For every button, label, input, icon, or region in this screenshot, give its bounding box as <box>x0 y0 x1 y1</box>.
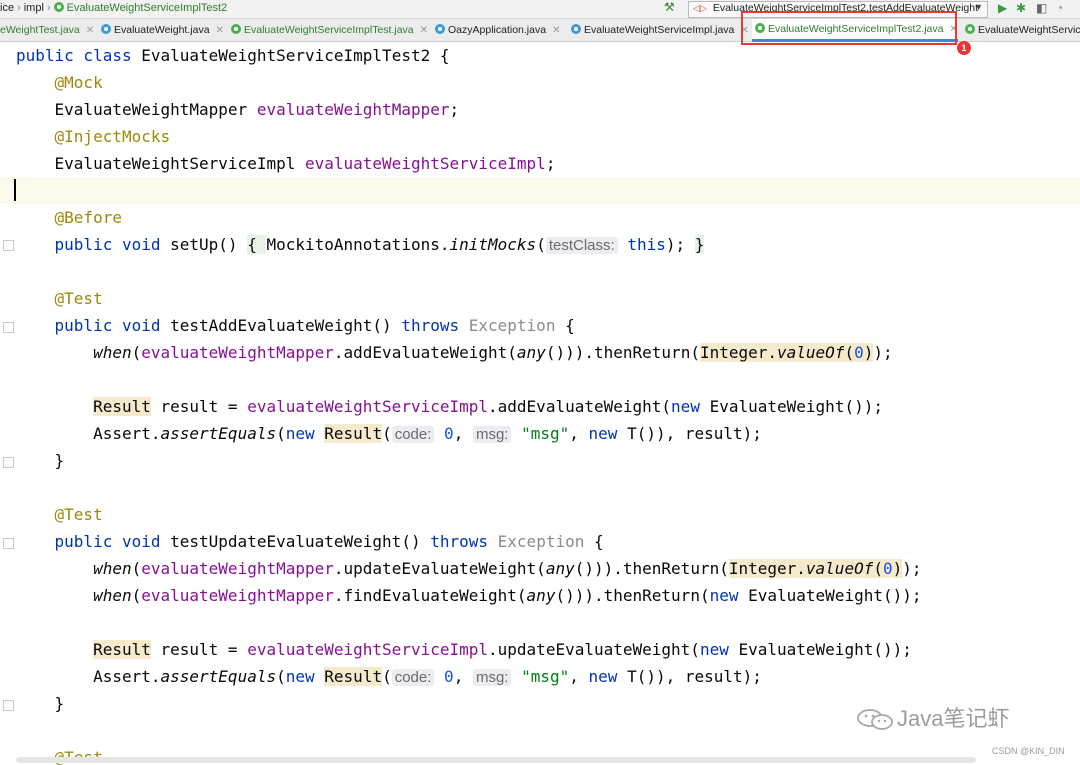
code-line: @Before <box>54 208 122 227</box>
current-line-highlight <box>0 177 1080 204</box>
close-icon[interactable]: ✕ <box>86 25 94 36</box>
wechat-logo-icon <box>857 709 893 730</box>
watermark: Java笔记虾 <box>855 701 1009 733</box>
code-line: Result result = evaluateWeightServiceImp… <box>93 640 912 659</box>
interface-icon <box>965 24 975 34</box>
parameter-hint: code: <box>391 669 435 686</box>
breadcrumb-item-impl[interactable]: impl <box>24 2 44 14</box>
close-icon[interactable]: ✕ <box>552 25 560 36</box>
fold-icon[interactable] <box>3 457 14 468</box>
watermark-text: Java笔记虾 <box>897 706 1010 731</box>
parameter-hint: msg: <box>472 669 512 686</box>
code-line: public void testUpdateEvaluateWeight() t… <box>54 532 604 551</box>
code-line: when(evaluateWeightMapper.updateEvaluate… <box>93 559 922 578</box>
code-line: public void setUp() { MockitoAnnotations… <box>54 235 705 254</box>
tab-evaluate-weight-service[interactable]: EvaluateWeightService <box>962 19 1080 41</box>
parameter-hint: code: <box>391 426 435 443</box>
profile-icon[interactable]: ◔ <box>1056 1 1063 15</box>
breadcrumb-separator-icon: › <box>17 2 21 14</box>
code-line: Assert.assertEquals(new Result(code: 0, … <box>93 667 762 686</box>
code-line: when(evaluateWeightMapper.addEvaluateWei… <box>93 343 893 362</box>
fold-icon[interactable] <box>3 240 14 251</box>
tab-evaluate-weight-service-impl[interactable]: EvaluateWeightServiceImpl.java ✕ <box>568 19 749 41</box>
code-line: public void testAddEvaluateWeight() thro… <box>54 316 575 335</box>
build-hammer-icon[interactable]: ⚒ <box>664 0 675 14</box>
code-line: @Test <box>54 289 103 308</box>
highlight-box <box>741 11 957 45</box>
breadcrumb-item-package[interactable]: ice <box>0 2 14 14</box>
code-line: } <box>54 694 65 713</box>
code-line: @Mock <box>54 73 103 92</box>
breadcrumb: ice › impl › EvaluateWeightServiceImplTest2 <box>0 2 227 14</box>
tab-label: EvaluateWeightServiceImpl.java <box>584 24 735 36</box>
code-line: } <box>54 451 65 470</box>
tab-label: EvaluateWeightServiceImplTest.java <box>244 24 414 36</box>
tab-oazy-application[interactable]: OazyApplication.java ✕ <box>432 19 560 41</box>
breadcrumb-item-class[interactable]: EvaluateWeightServiceImplTest2 <box>67 2 228 14</box>
code-line: @Test <box>54 505 103 524</box>
code-line: when(evaluateWeightMapper.findEvaluateWe… <box>93 586 922 605</box>
fold-icon[interactable] <box>3 322 14 333</box>
tab-evaluate-weight-service-impl-test[interactable]: EvaluateWeightServiceImplTest.java ✕ <box>228 19 428 41</box>
credit-text: CSDN @KIN_DIN <box>992 746 1065 756</box>
close-icon[interactable]: ✕ <box>420 25 428 36</box>
coverage-icon[interactable]: ◧ <box>1036 1 1047 15</box>
horizontal-scrollbar[interactable] <box>16 757 976 763</box>
class-icon <box>53 2 64 12</box>
tab-label: EvaluateWeight.java <box>114 24 210 36</box>
code-line: EvaluateWeightServiceImpl evaluateWeight… <box>54 154 556 173</box>
run-icon[interactable]: ▶ <box>998 1 1007 15</box>
junit-run-icon: ◁▷ <box>693 3 707 13</box>
class-icon <box>231 24 241 34</box>
code-line: EvaluateWeightMapper evaluateWeightMappe… <box>54 100 460 119</box>
class-icon <box>101 24 111 34</box>
tab-label: OazyApplication.java <box>448 24 547 36</box>
tab-label: eWeightTest.java <box>0 24 80 36</box>
fold-icon[interactable] <box>3 538 14 549</box>
class-icon <box>435 24 445 34</box>
code-editor[interactable]: public class EvaluateWeightServiceImplTe… <box>0 42 1080 765</box>
text-caret <box>14 179 16 201</box>
tab-label: EvaluateWeightService <box>978 24 1080 36</box>
fold-icon[interactable] <box>3 700 14 711</box>
breadcrumb-separator-icon: › <box>46 2 51 14</box>
close-icon[interactable]: ✕ <box>216 25 224 36</box>
debug-icon[interactable]: ✱ <box>1016 1 1026 15</box>
tab-evaluate-weight-test[interactable]: eWeightTest.java ✕ <box>0 19 94 41</box>
code-line: @InjectMocks <box>54 127 171 146</box>
code-line: Assert.assertEquals(new Result(code: 0, … <box>93 424 762 443</box>
class-icon <box>571 24 581 34</box>
parameter-hint: msg: <box>472 426 512 443</box>
tab-evaluate-weight[interactable]: EvaluateWeight.java ✕ <box>98 19 224 41</box>
chevron-down-icon: ▼ <box>974 2 983 12</box>
code-line: Result result = evaluateWeightServiceImp… <box>93 397 883 416</box>
parameter-hint: testClass: <box>545 237 618 254</box>
code-line: public class EvaluateWeightServiceImplTe… <box>16 46 450 65</box>
